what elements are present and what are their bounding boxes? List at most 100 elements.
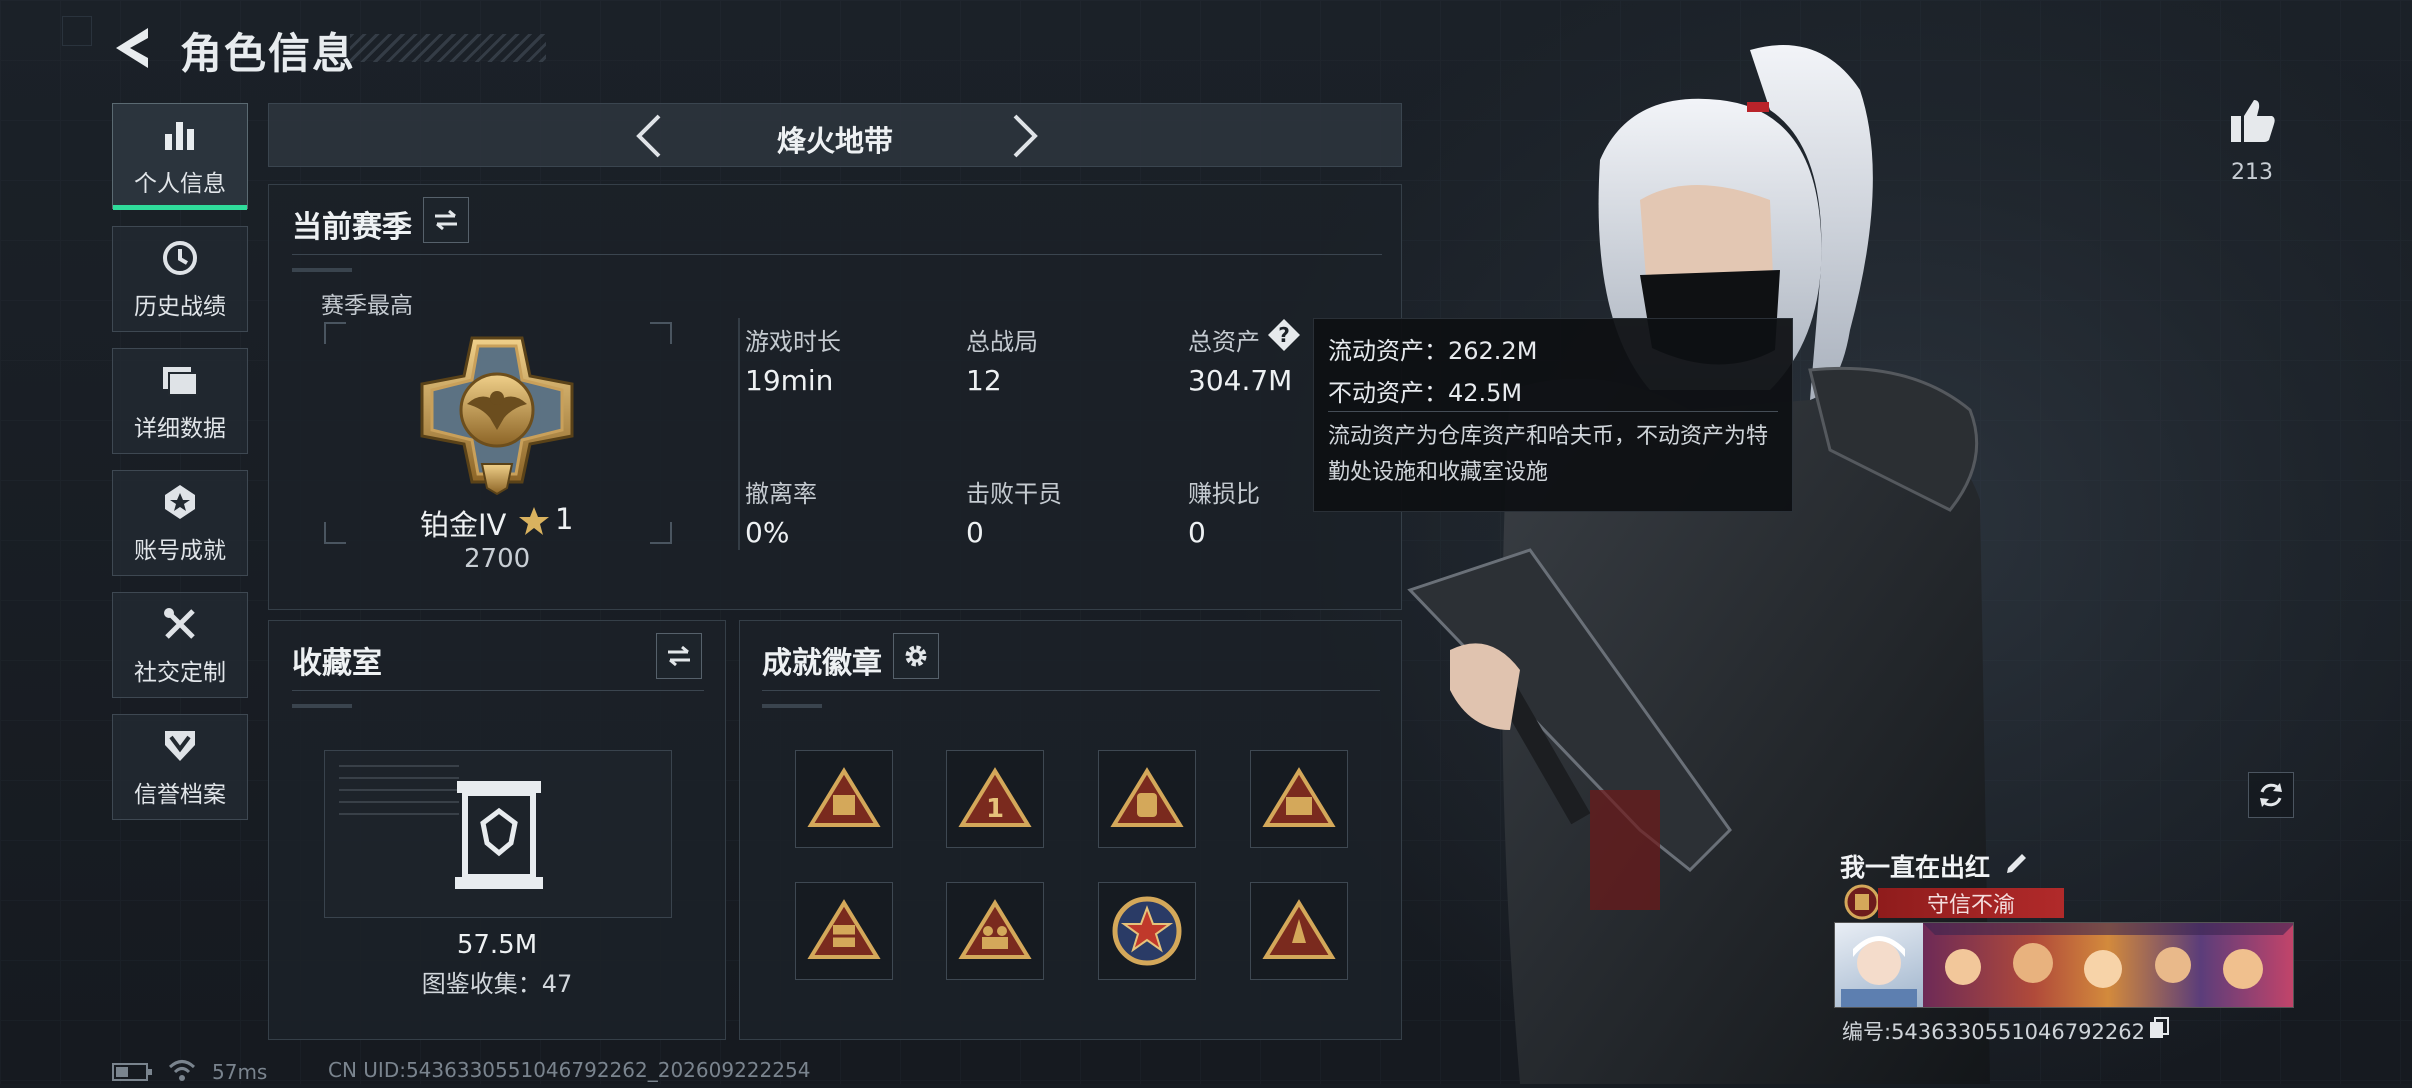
swap-icon bbox=[435, 209, 457, 231]
collection-title: 收藏室 bbox=[292, 646, 382, 681]
stat-value-total-matches: 12 bbox=[966, 364, 1002, 397]
sidebar-item-reputation[interactable]: 信誉档案 bbox=[112, 714, 248, 820]
back-arrow-icon bbox=[116, 28, 148, 68]
collection-value: 57.5M bbox=[456, 930, 538, 960]
badge-slot[interactable] bbox=[1098, 882, 1196, 980]
stat-label-total-matches: 总战局 bbox=[966, 328, 1038, 356]
sidebar-item-label: 社交定制 bbox=[134, 660, 226, 686]
badge-slot[interactable] bbox=[946, 882, 1044, 980]
title-emblem-icon bbox=[1842, 882, 1882, 922]
rank-name: 铂金IV bbox=[420, 508, 507, 542]
battery-icon bbox=[112, 1063, 154, 1081]
help-question-icon[interactable]: ? bbox=[1267, 318, 1301, 352]
chevron-right-icon bbox=[1013, 114, 1038, 158]
tooltip-description: 流动资产为仓库资产和哈夫币，不动资产为特勤处设施和收藏室设施 bbox=[1328, 424, 1769, 485]
badge-slot[interactable]: 1 bbox=[946, 750, 1044, 848]
stat-value-total-assets: 304.7M bbox=[1188, 364, 1293, 397]
sidebar-item-label: 信誉档案 bbox=[134, 782, 226, 808]
stat-label-extract-rate: 撤离率 bbox=[745, 480, 817, 508]
sidebar-item-history[interactable]: 历史战绩 bbox=[112, 226, 248, 332]
season-divider bbox=[292, 254, 1382, 255]
edit-pencil-icon[interactable] bbox=[2004, 850, 2030, 876]
back-button[interactable] bbox=[108, 22, 160, 74]
badges-settings-button[interactable] bbox=[893, 633, 939, 679]
player-id: 编号:5436330551046792262 bbox=[1842, 1020, 2145, 1044]
footer-uid: CN UID:5436330551046792262_202609222254 bbox=[328, 1058, 811, 1082]
rank-emblem-icon bbox=[412, 332, 582, 498]
achievement-icon bbox=[159, 481, 201, 523]
sidebar-item-label: 个人信息 bbox=[134, 171, 226, 197]
badge-crate-icon bbox=[807, 899, 881, 959]
display-case-icon bbox=[455, 781, 543, 889]
mode-selector: 烽火地带 bbox=[268, 103, 1402, 167]
assets-tooltip: 流动资产：262.2M 不动资产：42.5M 流动资产为仓库资产和哈夫币，不动资… bbox=[1313, 318, 1793, 512]
badge-number-one-icon: 1 bbox=[958, 767, 1032, 827]
badge-slot[interactable] bbox=[795, 882, 893, 980]
page-title: 角色信息 bbox=[180, 29, 357, 78]
folder-icon bbox=[159, 359, 201, 401]
rank-stars: 1 bbox=[555, 502, 574, 536]
title-stripes-decoration bbox=[350, 34, 546, 62]
sidebar-item-achievements[interactable]: 账号成就 bbox=[112, 470, 248, 576]
stat-label-playtime: 游戏时长 bbox=[745, 328, 841, 356]
player-name: 我一直在出红 bbox=[1840, 853, 1991, 882]
badge-slot[interactable] bbox=[1098, 750, 1196, 848]
stat-value-extract-rate: 0% bbox=[745, 516, 790, 549]
swap-icon bbox=[668, 645, 690, 667]
stat-label-profit-ratio: 赚损比 bbox=[1188, 480, 1260, 508]
stat-value-playtime: 19min bbox=[745, 364, 834, 397]
badges-title: 成就徽章 bbox=[762, 646, 882, 681]
badge-rocket-icon bbox=[1262, 899, 1336, 959]
stat-value-profit-ratio: 0 bbox=[1188, 516, 1206, 549]
sidebar-item-social-custom[interactable]: 社交定制 bbox=[112, 592, 248, 698]
ping-text: 57ms bbox=[212, 1060, 268, 1084]
season-title: 当前赛季 bbox=[292, 210, 412, 245]
mode-name: 烽火地带 bbox=[776, 124, 893, 158]
next-mode-button[interactable] bbox=[999, 112, 1047, 160]
tooltip-fixed-assets: 不动资产：42.5M bbox=[1328, 379, 1523, 407]
badge-triangle-icon bbox=[807, 767, 881, 827]
refresh-icon bbox=[2260, 783, 2282, 807]
refresh-button[interactable] bbox=[2248, 772, 2294, 818]
collection-count: 图鉴收集：47 bbox=[421, 970, 573, 998]
like-thumb-icon[interactable] bbox=[2228, 96, 2278, 146]
shield-chevron-icon bbox=[159, 725, 201, 767]
avatar bbox=[1835, 923, 1923, 1007]
sidebar-item-label: 历史战绩 bbox=[134, 294, 226, 320]
tooltip-liquid-assets: 流动资产：262.2M bbox=[1328, 337, 1538, 365]
season-peak-label: 赛季最高 bbox=[321, 293, 413, 319]
badge-slot[interactable] bbox=[1250, 882, 1348, 980]
corner-decoration bbox=[62, 16, 92, 46]
sidebar-item-label: 账号成就 bbox=[134, 538, 226, 564]
collection-switch-button[interactable] bbox=[656, 633, 702, 679]
copy-icon[interactable] bbox=[2148, 1016, 2170, 1040]
badge-slot[interactable] bbox=[795, 750, 893, 848]
sidebar-item-detailed-data[interactable]: 详细数据 bbox=[112, 348, 248, 454]
stat-separator bbox=[738, 318, 740, 550]
svg-text:1: 1 bbox=[986, 794, 1004, 824]
like-count: 213 bbox=[2231, 160, 2273, 185]
tooltip-divider bbox=[1328, 411, 1778, 412]
star-icon bbox=[518, 505, 550, 537]
divider-accent bbox=[762, 704, 822, 708]
collection-divider bbox=[292, 690, 704, 691]
history-clock-icon bbox=[159, 237, 201, 279]
gear-icon bbox=[905, 645, 927, 667]
stat-label-total-assets: 总资产 bbox=[1188, 328, 1260, 356]
stat-value-kills: 0 bbox=[966, 516, 984, 549]
profile-banner[interactable] bbox=[1834, 922, 2294, 1008]
svg-text:?: ? bbox=[1278, 323, 1290, 347]
collection-preview[interactable] bbox=[324, 750, 672, 918]
badge-slot[interactable] bbox=[1250, 750, 1348, 848]
sidebar-item-personal-info[interactable]: 个人信息 bbox=[112, 103, 248, 210]
tools-icon bbox=[159, 603, 201, 645]
banner-artwork bbox=[1923, 923, 2293, 1007]
stat-label-kills: 击败干员 bbox=[966, 480, 1062, 508]
season-switch-button[interactable] bbox=[423, 197, 469, 243]
title-badge: 守信不渝 bbox=[1878, 888, 2064, 918]
badge-star-medal-icon bbox=[1112, 896, 1182, 966]
rank-score: 2700 bbox=[464, 544, 531, 574]
bar-chart-icon bbox=[159, 114, 201, 156]
wifi-icon bbox=[168, 1058, 196, 1082]
divider-accent bbox=[292, 268, 352, 272]
